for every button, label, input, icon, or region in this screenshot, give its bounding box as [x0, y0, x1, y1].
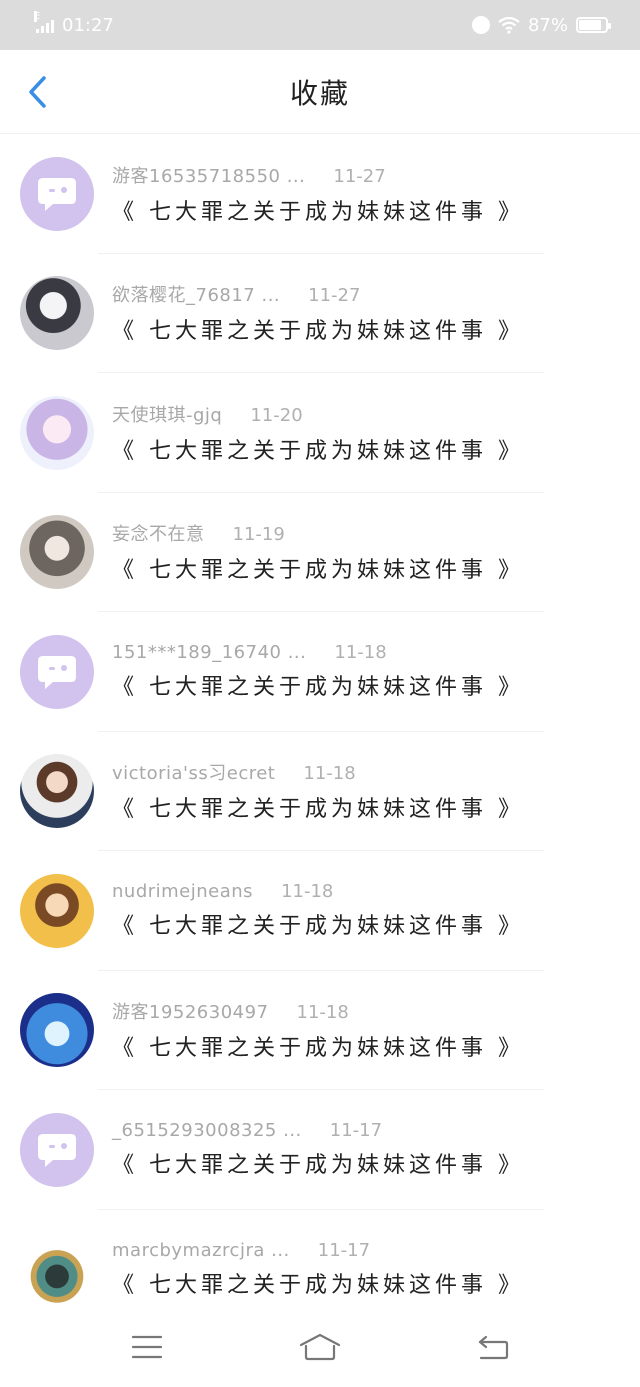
username[interactable]: marcbymazrcjra ... — [112, 1240, 290, 1261]
item-meta: 妄念不在意 11-19 — [112, 520, 524, 546]
username[interactable]: 游客1952630497 — [112, 998, 269, 1024]
status-time: 01:27 — [62, 14, 114, 36]
username[interactable]: 天使琪琪-gjq — [112, 401, 222, 427]
item-info: 游客16535718550 ... 11-27 《 七大罪之关于成为妹妹这件事 … — [112, 162, 524, 226]
item-meta: 欲落樱花_76817 ... 11-27 — [112, 281, 524, 307]
item-date: 11-27 — [333, 165, 386, 187]
item-info: marcbymazrcjra ... 11-17 《 七大罪之关于成为妹妹这件事… — [112, 1240, 524, 1299]
item-date: 11-18 — [303, 763, 356, 785]
username[interactable]: 欲落樱花_76817 ... — [112, 281, 280, 307]
photo-avatar[interactable] — [20, 276, 94, 351]
book-title[interactable]: 《 七大罪之关于成为妹妹这件事 》 — [112, 194, 524, 226]
back-nav-button[interactable] — [463, 1322, 523, 1372]
username[interactable]: 游客16535718550 ... — [112, 162, 305, 188]
item-date: 11-17 — [329, 1120, 383, 1142]
back-button[interactable] — [20, 74, 56, 110]
photo-avatar[interactable] — [20, 873, 94, 948]
list-item[interactable]: 游客1952630497 11-18 《 七大罪之关于成为妹妹这件事 》 — [0, 971, 640, 1091]
menu-icon — [131, 1335, 162, 1359]
chat-bubble-icon — [38, 177, 76, 211]
item-info: 游客1952630497 11-18 《 七大罪之关于成为妹妹这件事 》 — [112, 998, 524, 1062]
item-date: 11-18 — [281, 881, 334, 903]
item-meta: 天使琪琪-gjq 11-20 — [112, 401, 524, 427]
book-title[interactable]: 《 七大罪之关于成为妹妹这件事 》 — [112, 669, 524, 701]
book-title[interactable]: 《 七大罪之关于成为妹妹这件事 》 — [112, 1267, 524, 1299]
chevron-left-icon — [29, 76, 46, 108]
list-item[interactable]: 妄念不在意 11-19 《 七大罪之关于成为妹妹这件事 》 — [0, 493, 640, 613]
item-meta: _6515293008325 ... 11-17 — [112, 1120, 524, 1141]
item-info: victoria'ss习ecret 11-18 《 七大罪之关于成为妹妹这件事 … — [112, 759, 524, 823]
book-title[interactable]: 《 七大罪之关于成为妹妹这件事 》 — [112, 433, 524, 465]
back-icon — [479, 1335, 509, 1360]
item-info: 天使琪琪-gjq 11-20 《 七大罪之关于成为妹妹这件事 》 — [112, 401, 524, 465]
wifi-icon — [498, 16, 520, 34]
photo-avatar[interactable] — [20, 993, 94, 1068]
chat-bubble-icon — [38, 1133, 76, 1167]
username[interactable]: _6515293008325 ... — [112, 1120, 302, 1141]
book-title[interactable]: 《 七大罪之关于成为妹妹这件事 》 — [112, 552, 524, 584]
list-item[interactable]: 游客16535718550 ... 11-27 《 七大罪之关于成为妹妹这件事 … — [0, 134, 640, 254]
item-meta: marcbymazrcjra ... 11-17 — [112, 1240, 524, 1261]
username[interactable]: 妄念不在意 — [112, 520, 205, 546]
photo-avatar[interactable] — [20, 754, 94, 829]
item-meta: nudrimejneans 11-18 — [112, 881, 524, 902]
item-date: 11-18 — [296, 1002, 349, 1024]
photo-avatar[interactable] — [20, 395, 94, 470]
item-date: 11-19 — [232, 524, 285, 546]
status-left: E 01:27 — [34, 11, 114, 36]
item-meta: 151***189_16740 ... 11-18 — [112, 642, 524, 663]
list-item[interactable]: victoria'ss习ecret 11-18 《 七大罪之关于成为妹妹这件事 … — [0, 732, 640, 852]
book-title[interactable]: 《 七大罪之关于成为妹妹这件事 》 — [112, 1147, 524, 1179]
header: 收藏 — [0, 50, 640, 134]
item-meta: 游客1952630497 11-18 — [112, 998, 524, 1024]
list-item[interactable]: nudrimejneans 11-18 《 七大罪之关于成为妹妹这件事 》 — [0, 851, 640, 971]
item-date: 11-20 — [250, 404, 303, 426]
list-item[interactable]: 151***189_16740 ... 11-18 《 七大罪之关于成为妹妹这件… — [0, 612, 640, 732]
username[interactable]: nudrimejneans — [112, 881, 253, 902]
book-title[interactable]: 《 七大罪之关于成为妹妹这件事 》 — [112, 908, 524, 940]
item-date: 11-27 — [308, 285, 361, 307]
item-date: 11-17 — [317, 1239, 371, 1261]
chat-bubble-icon — [38, 655, 76, 689]
list-item[interactable]: 欲落樱花_76817 ... 11-27 《 七大罪之关于成为妹妹这件事 》 — [0, 254, 640, 374]
item-info: _6515293008325 ... 11-17 《 七大罪之关于成为妹妹这件事… — [112, 1120, 524, 1179]
favorites-list: 游客16535718550 ... 11-27 《 七大罪之关于成为妹妹这件事 … — [0, 134, 640, 1329]
item-info: nudrimejneans 11-18 《 七大罪之关于成为妹妹这件事 》 — [112, 881, 524, 940]
home-button[interactable] — [290, 1322, 350, 1372]
default-avatar[interactable] — [20, 156, 94, 231]
battery-percent: 87% — [527, 14, 568, 36]
photo-avatar[interactable] — [20, 515, 94, 590]
page-title: 收藏 — [289, 76, 350, 110]
photo-avatar[interactable] — [20, 1232, 94, 1307]
item-info: 151***189_16740 ... 11-18 《 七大罪之关于成为妹妹这件… — [112, 642, 524, 701]
battery-icon — [576, 17, 611, 33]
item-info: 妄念不在意 11-19 《 七大罪之关于成为妹妹这件事 》 — [112, 520, 524, 584]
book-title[interactable]: 《 七大罪之关于成为妹妹这件事 》 — [112, 1030, 524, 1062]
username[interactable]: 151***189_16740 ... — [112, 642, 306, 663]
book-title[interactable]: 《 七大罪之关于成为妹妹这件事 》 — [112, 791, 524, 823]
item-meta: 游客16535718550 ... 11-27 — [112, 162, 524, 188]
status-right: 87% — [471, 14, 611, 36]
menu-button[interactable] — [117, 1322, 177, 1372]
list-item[interactable]: _6515293008325 ... 11-17 《 七大罪之关于成为妹妹这件事… — [0, 1090, 640, 1210]
default-avatar[interactable] — [20, 634, 94, 709]
network-type: E — [34, 11, 41, 22]
alarm-icon — [471, 16, 490, 34]
system-nav-bar — [0, 1307, 640, 1387]
status-bar: E 01:27 87% — [0, 0, 640, 50]
home-icon — [299, 1333, 341, 1361]
signal-icon: E — [34, 11, 54, 33]
book-title[interactable]: 《 七大罪之关于成为妹妹这件事 》 — [112, 313, 524, 345]
list-item[interactable]: 天使琪琪-gjq 11-20 《 七大罪之关于成为妹妹这件事 》 — [0, 373, 640, 493]
default-avatar[interactable] — [20, 1112, 94, 1187]
username[interactable]: victoria'ss习ecret — [112, 759, 275, 785]
item-date: 11-18 — [334, 642, 387, 664]
item-info: 欲落樱花_76817 ... 11-27 《 七大罪之关于成为妹妹这件事 》 — [112, 281, 524, 345]
item-meta: victoria'ss习ecret 11-18 — [112, 759, 524, 785]
